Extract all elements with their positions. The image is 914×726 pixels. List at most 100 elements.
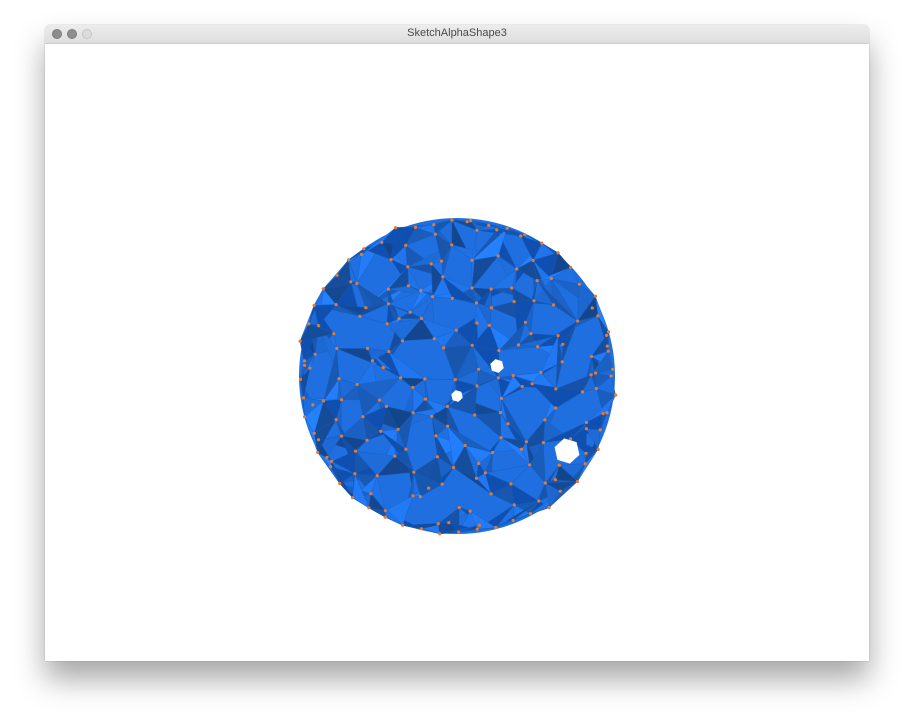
vertex-point [406,265,410,269]
vertex-point [576,319,580,323]
vertex-point [510,286,514,290]
vertex-point [452,465,456,470]
vertex-point [477,523,481,527]
vertex-point [355,281,359,285]
vertex-point [590,306,594,310]
vertex-point [509,482,513,486]
vertex-point [359,252,363,256]
vertex-point [439,259,444,263]
vertex-point [511,518,515,522]
vertex-point [298,339,302,343]
vertex-point [581,390,585,394]
vertex-point [575,480,580,484]
title-bar[interactable]: SketchAlphaShape3 [45,25,869,44]
vertex-point [427,486,431,490]
vertex-point [370,359,374,363]
vertex-point [523,320,527,324]
vertex-point [434,434,438,438]
vertex-point [385,322,389,326]
vertex-point [491,450,495,455]
vertex-point [303,415,307,419]
vertex-point [432,337,436,341]
vertex-point [393,454,397,458]
vertex-point [353,449,358,453]
vertex-point [433,232,437,236]
vertex-point [325,455,329,459]
vertex-point [523,233,527,237]
vertex-point [531,258,535,262]
vertex-point [316,438,321,442]
vertex-point [594,371,598,375]
vertex-point [494,525,498,530]
vertex-point [487,223,491,227]
vertex-point [401,523,405,527]
vertex-point [569,265,573,269]
vertex-point [313,352,317,356]
vertex-point [311,403,315,407]
vertex-point [560,360,564,364]
vertex-point [528,512,533,516]
vertex-point [495,228,499,232]
vertex-point [450,218,454,222]
vertex-point [611,367,615,371]
vertex-point [338,481,342,486]
vertex-point [516,343,521,347]
vertex-point [302,359,307,363]
vertex-point [483,471,487,475]
vertex-point [594,386,598,391]
vertex-point [312,431,316,435]
vertex-point [303,363,307,367]
vertex-point [475,228,479,232]
vertex-point [321,287,325,291]
vertex-point [441,275,445,279]
vertex-point [584,420,589,425]
vertex-point [506,422,510,426]
vertex-point [332,332,336,336]
vertex-point [554,387,558,391]
vertex-point [386,287,390,291]
vertex-point [446,424,450,428]
vertex-point [431,295,435,299]
vertex-point [380,240,384,244]
vertex-point [312,303,316,308]
vertex-point [613,393,618,397]
vertex-point [383,509,387,513]
vertex-point [519,447,524,451]
vertex-point [339,398,344,402]
vertex-point [316,450,320,454]
vertex-point [404,243,408,247]
vertex-point [430,414,434,418]
vertex-point [477,367,481,371]
vertex-point [524,440,528,444]
vertex-point [307,322,311,326]
vertex-point [411,411,415,415]
vertex-point [362,247,366,251]
vertex-point [432,223,436,227]
vertex-point [298,377,303,381]
vertex-point [609,374,613,378]
vertex-point [577,282,582,286]
vertex-point [406,284,410,288]
vertex-point [419,316,424,321]
vertex-point [301,396,306,400]
vertex-point [346,258,350,262]
sketch-canvas[interactable] [45,44,869,661]
vertex-point [530,382,534,386]
vertex-point [379,429,383,433]
vertex-point [589,373,593,377]
vertex-point [489,287,493,291]
vertex-point [489,306,494,310]
vertex-point [596,314,600,318]
vertex-point [474,476,479,480]
vertex-point [487,323,491,327]
vertex-point [334,418,338,422]
vertex-point [450,243,454,247]
vertex-point [358,314,362,318]
vertex-point [596,447,600,451]
vertex-point [411,494,415,498]
vertex-point [498,410,503,415]
vertex-point [547,506,551,510]
vertex-point [475,384,479,388]
vertex-point [438,532,442,536]
vertex-point [474,301,479,305]
